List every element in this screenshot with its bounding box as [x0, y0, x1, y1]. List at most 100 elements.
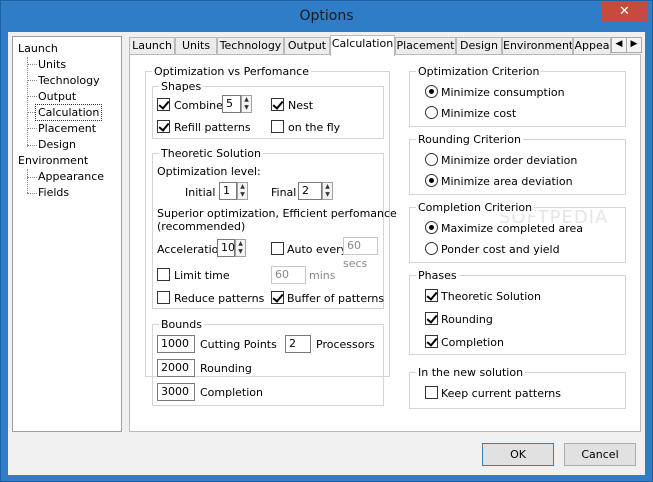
refill-patterns-checkbox[interactable] [157, 120, 170, 133]
tree-item-appearance[interactable]: Appearance [38, 169, 104, 184]
tab-strip: Launch Units Technology Output Calculati… [129, 35, 642, 56]
rounding-bound-label: Rounding [200, 362, 252, 375]
on-the-fly-label: on the fly [288, 121, 341, 134]
minimize-cost-label: Minimize cost [441, 107, 517, 120]
combine-input[interactable]: 5 [222, 95, 241, 113]
minimize-order-deviation-radio[interactable] [425, 153, 438, 166]
group-title: Theoretic Solution [159, 147, 263, 160]
tree-item-launch[interactable]: Launch [18, 41, 58, 56]
nest-checkbox[interactable] [271, 98, 284, 111]
reduce-patterns-checkbox[interactable] [157, 291, 170, 304]
group-new-solution: In the new solution Keep current pattern… [409, 366, 626, 409]
spin-down-icon[interactable]: ▼ [236, 248, 245, 256]
ponder-cost-and-yield-radio[interactable] [425, 242, 438, 255]
phase-completion-checkbox[interactable] [425, 335, 438, 348]
combine-checkbox[interactable] [157, 98, 170, 111]
group-completion-criterion: Completion Criterion Maximize completed … [409, 201, 626, 263]
tab-scroll-left-button[interactable]: ◀ [611, 37, 627, 53]
buffer-of-patterns-checkbox[interactable] [271, 291, 284, 304]
final-input[interactable]: 2 [298, 182, 322, 200]
group-title: Rounding Criterion [416, 133, 523, 146]
spin-up-icon[interactable]: ▲ [242, 96, 251, 104]
dialog-client: Launch Units Technology Output Calculati… [8, 32, 645, 475]
phase-rounding-label: Rounding [441, 313, 493, 326]
combine-spinner[interactable]: ▲ ▼ [241, 95, 252, 113]
tree-item-output[interactable]: Output [38, 89, 76, 104]
initial-label: Initial [185, 186, 216, 199]
auto-every-checkbox[interactable] [271, 242, 284, 255]
minimize-consumption-radio[interactable] [425, 85, 438, 98]
acceleration-spinner[interactable]: ▲ ▼ [235, 239, 246, 257]
tab-calculation[interactable]: Calculation [330, 35, 395, 56]
tree-connector [27, 145, 37, 146]
tab-placement[interactable]: Placement [395, 37, 456, 55]
phase-rounding-checkbox[interactable] [425, 312, 438, 325]
group-optimization-vs-performance: Optimization vs Perfomance Shapes Combin… [145, 65, 397, 406]
keep-current-patterns-checkbox[interactable] [425, 386, 438, 399]
group-title: Shapes [159, 80, 204, 93]
cutting-points-label: Cutting Points [200, 338, 277, 351]
spin-down-icon[interactable]: ▼ [242, 104, 251, 112]
optimization-description-note: (recommended) [157, 220, 246, 233]
rounding-bound-input[interactable]: 2000 [157, 359, 195, 377]
ok-button[interactable]: OK [482, 443, 554, 466]
group-phases: Phases Theoretic Solution Rounding Compl… [409, 269, 626, 355]
tree-item-environment[interactable]: Environment [18, 153, 88, 168]
tab-launch[interactable]: Launch [129, 37, 175, 55]
group-theoretic-solution: Theoretic Solution Optimization level: I… [152, 147, 397, 309]
minimize-area-deviation-radio[interactable] [425, 174, 438, 187]
limit-time-input[interactable]: 60 [271, 266, 306, 284]
tree-connector [27, 128, 37, 129]
tree-item-units[interactable]: Units [38, 57, 66, 72]
keep-current-patterns-label: Keep current patterns [441, 387, 562, 400]
spin-up-icon[interactable]: ▲ [323, 183, 332, 191]
processors-input[interactable]: 2 [285, 335, 311, 353]
cutting-points-input[interactable]: 1000 [157, 335, 195, 353]
optimization-level-label: Optimization level: [157, 165, 261, 178]
acceleration-input[interactable]: 10 [217, 239, 235, 257]
maximize-completed-area-radio[interactable] [425, 221, 438, 234]
tab-design[interactable]: Design [456, 37, 502, 55]
reduce-patterns-label: Reduce patterns [174, 292, 265, 305]
tree-item-placement[interactable]: Placement [38, 121, 96, 136]
tab-environment[interactable]: Environment [502, 37, 573, 55]
initial-spinner[interactable]: ▲ ▼ [237, 182, 248, 200]
minimize-area-deviation-label: Minimize area deviation [441, 175, 573, 188]
close-button[interactable]: ✕ [602, 2, 647, 22]
phase-theoretic-solution-label: Theoretic Solution [441, 290, 541, 303]
spin-up-icon[interactable]: ▲ [238, 183, 247, 191]
tree-item-calculation[interactable]: Calculation [34, 104, 103, 121]
completion-bound-label: Completion [200, 386, 264, 399]
window-title: Options [299, 8, 354, 24]
tab-units[interactable]: Units [175, 37, 217, 55]
limit-time-checkbox[interactable] [157, 268, 170, 281]
final-spinner[interactable]: ▲ ▼ [322, 182, 333, 200]
tab-scroll-right-button[interactable]: ▶ [626, 37, 642, 53]
group-title: Completion Criterion [416, 201, 535, 214]
auto-every-input[interactable]: 60 [343, 237, 378, 255]
group-rounding-criterion: Rounding Criterion Minimize order deviat… [409, 133, 626, 195]
tab-output[interactable]: Output [284, 37, 330, 55]
minimize-consumption-label: Minimize consumption [441, 86, 565, 99]
spin-down-icon[interactable]: ▼ [238, 191, 247, 199]
spin-down-icon[interactable]: ▼ [323, 191, 332, 199]
group-title: Optimization Criterion [416, 65, 542, 78]
completion-bound-input[interactable]: 3000 [157, 383, 195, 401]
initial-input[interactable]: 1 [219, 182, 237, 200]
on-the-fly-checkbox[interactable] [271, 120, 284, 133]
group-shapes: Shapes Combine 5 ▲ ▼ Nest Refill patterns… [152, 80, 384, 139]
minimize-cost-radio[interactable] [425, 106, 438, 119]
tab-appearance[interactable]: Appea [573, 37, 611, 55]
tree-connector [27, 193, 37, 194]
limit-time-unit: mins [309, 269, 336, 282]
tree-connector [27, 177, 37, 178]
cancel-button[interactable]: Cancel [564, 443, 636, 466]
phase-theoretic-solution-checkbox[interactable] [425, 289, 438, 302]
combine-label: Combine [174, 99, 223, 112]
tree-item-technology[interactable]: Technology [38, 73, 100, 88]
tree-item-fields[interactable]: Fields [38, 185, 69, 200]
refill-patterns-label: Refill patterns [174, 121, 251, 134]
tree-item-design[interactable]: Design [38, 137, 76, 152]
spin-up-icon[interactable]: ▲ [236, 240, 245, 248]
tab-technology[interactable]: Technology [217, 37, 284, 55]
